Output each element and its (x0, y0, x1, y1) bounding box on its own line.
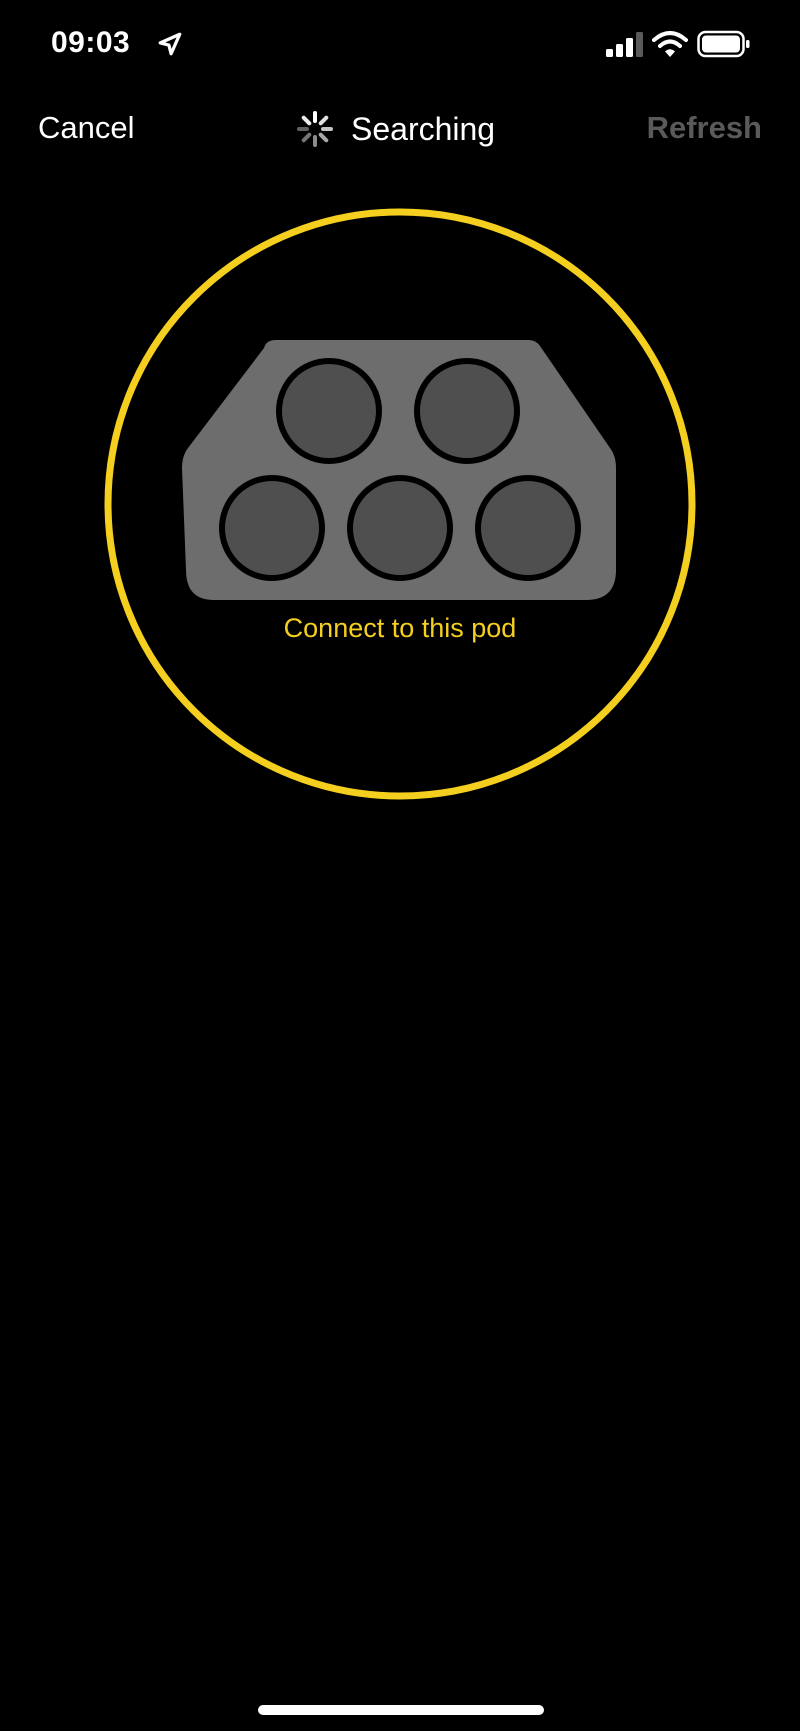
cellular-signal-icon (606, 32, 643, 57)
nav-bar: Cancel Searching Refresh (0, 95, 800, 165)
status-time: 09:03 (51, 26, 131, 59)
pod-connector-icon (182, 340, 616, 600)
wifi-icon (652, 31, 688, 57)
connect-pod-label: Connect to this pod (283, 613, 517, 643)
refresh-button[interactable]: Refresh (647, 110, 762, 146)
status-bar: 09:03 (0, 0, 800, 90)
cancel-button[interactable]: Cancel (38, 110, 135, 146)
nav-title: Searching (351, 110, 496, 147)
location-arrow-icon (158, 32, 182, 56)
battery-icon (697, 30, 750, 58)
activity-spinner-icon (297, 111, 333, 147)
nav-title-group: Searching (296, 107, 495, 151)
home-indicator (258, 1705, 544, 1715)
pod-selector[interactable]: Connect to this pod (104, 208, 696, 800)
